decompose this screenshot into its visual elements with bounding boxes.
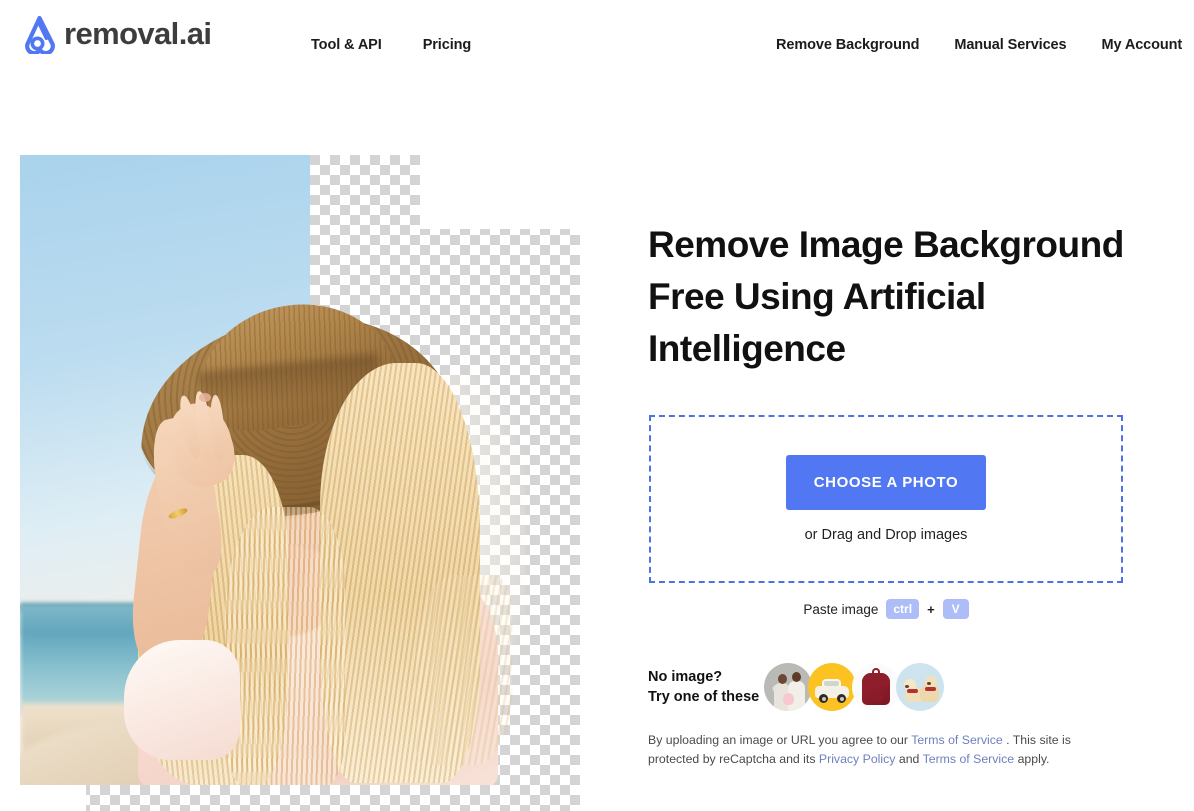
car-wheel-rear	[837, 694, 846, 703]
terms-of-service-link-2[interactable]: Terms of Service	[923, 752, 1015, 766]
dog-left-nose	[905, 685, 909, 688]
sample-thumbnail-dogs[interactable]	[896, 663, 944, 711]
sample-thumbnail-list	[764, 663, 944, 711]
sample-images-label: No image? Try one of these	[648, 667, 764, 707]
dog-left-collar	[907, 689, 918, 693]
nav-item-remove-background[interactable]: Remove Background	[776, 37, 919, 53]
privacy-policy-link[interactable]: Privacy Policy	[819, 752, 896, 766]
nav-item-pricing[interactable]: Pricing	[423, 37, 472, 53]
family-baby	[783, 693, 794, 705]
subject-sleeve-cuff	[124, 640, 240, 760]
nav-item-manual-services[interactable]: Manual Services	[954, 37, 1066, 53]
backpack-pocket	[869, 690, 883, 701]
nav-item-my-account[interactable]: My Account	[1102, 37, 1183, 53]
choose-a-photo-button[interactable]: CHOOSE A PHOTO	[786, 455, 986, 510]
brand-logo-link[interactable]: removal.ai	[18, 14, 212, 54]
car-wheel-front	[819, 694, 828, 703]
key-v: V	[942, 599, 969, 619]
sample-images-label-line1: No image?	[648, 669, 723, 685]
key-plus-separator: +	[927, 601, 935, 617]
brand-name: removal.ai	[64, 15, 212, 51]
paste-label: Paste image	[803, 601, 879, 617]
sample-images-label-line2: Try one of these	[648, 689, 760, 705]
legal-text-4: apply.	[1014, 752, 1050, 766]
upload-dropzone[interactable]: CHOOSE A PHOTO or Drag and Drop images	[649, 415, 1123, 583]
drag-and-drop-hint: or Drag and Drop images	[804, 527, 968, 543]
preview-image-panel	[20, 155, 580, 811]
dog-right-nose	[927, 682, 931, 685]
primary-nav-left: Tool & API Pricing	[311, 37, 471, 53]
sample-thumbnail-backpack[interactable]	[852, 663, 900, 711]
backpack-flap	[862, 673, 890, 686]
sample-thumbnail-car[interactable]	[808, 663, 856, 711]
site-header: removal.ai Tool & API Pricing Remove Bac…	[0, 0, 1194, 90]
key-ctrl: ctrl	[886, 599, 920, 619]
terms-of-service-link-1[interactable]: Terms of Service	[911, 733, 1003, 747]
preview-photo	[20, 155, 525, 785]
subject-hair-strands	[225, 507, 345, 785]
sample-thumbnail-family[interactable]	[764, 663, 812, 711]
removal-logo-icon	[25, 15, 55, 54]
sample-images-section: No image? Try one of these	[648, 663, 944, 711]
family-head-b	[792, 672, 801, 682]
paste-image-hint: Paste image ctrl + V	[649, 599, 1123, 619]
subject-fingernail	[199, 393, 211, 402]
legal-text-1: By uploading an image or URL you agree t…	[648, 733, 912, 747]
subject-hair-wisps	[416, 575, 512, 765]
family-head-a	[778, 674, 787, 684]
legal-disclaimer: By uploading an image or URL you agree t…	[648, 731, 1108, 769]
legal-text-3: and	[895, 752, 923, 766]
primary-nav-right: Remove Background Manual Services My Acc…	[776, 37, 1182, 53]
page-title: Remove Image Background Free Using Artif…	[648, 224, 1124, 369]
photo-subject	[20, 155, 525, 785]
nav-item-tool-api[interactable]: Tool & API	[311, 37, 382, 53]
dog-right-collar	[925, 687, 936, 691]
